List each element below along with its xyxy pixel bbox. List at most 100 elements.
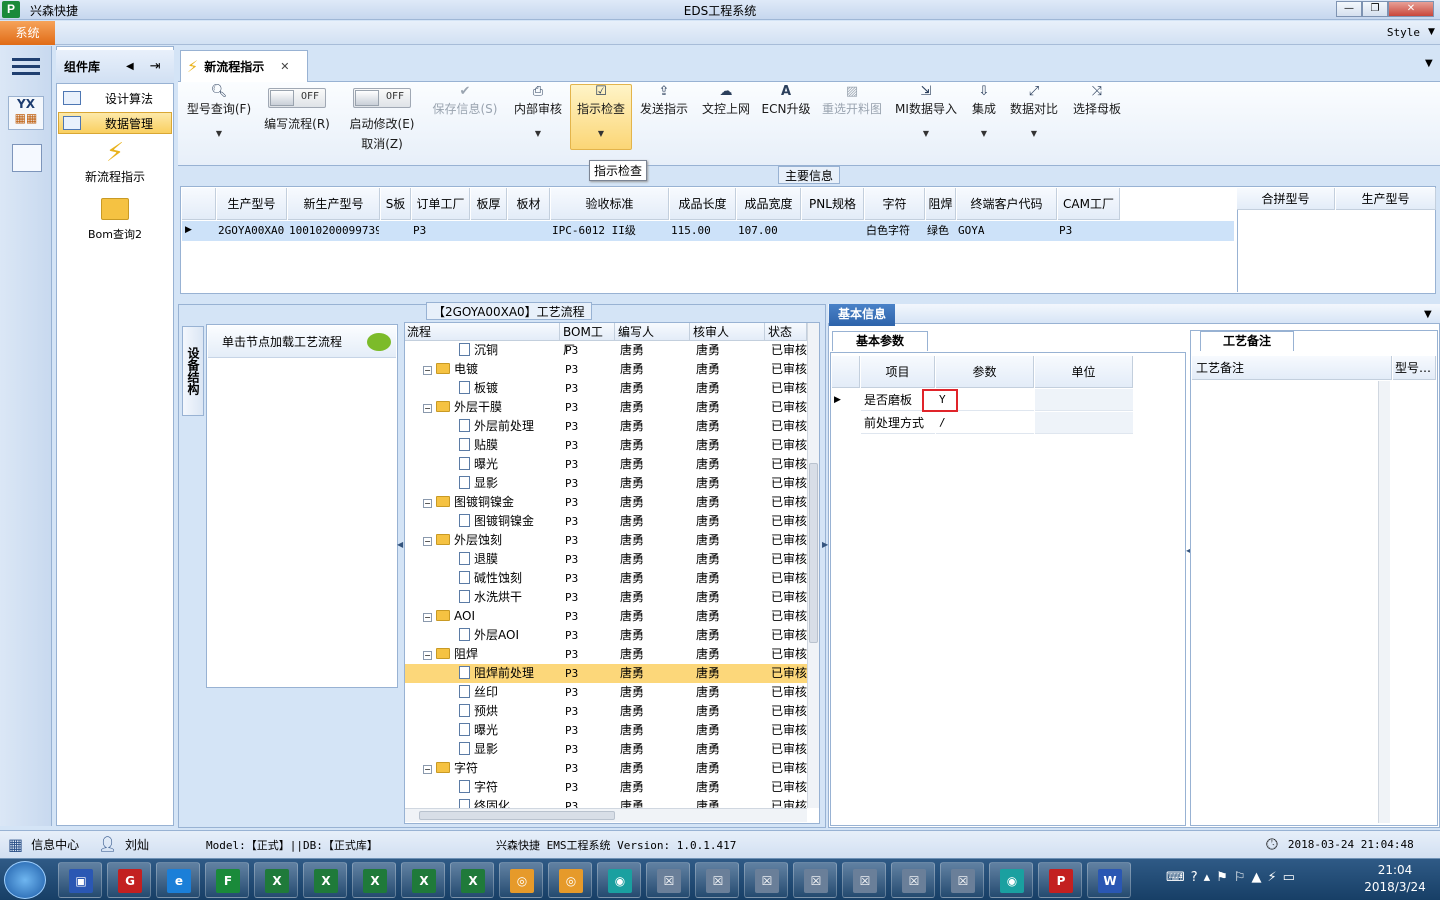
- calculator-icon[interactable]: [12, 144, 42, 172]
- taskbar-app-button[interactable]: ◉: [597, 862, 641, 898]
- style-dropdown-icon[interactable]: ▼: [1428, 27, 1435, 37]
- collapse-node-icon[interactable]: −: [423, 651, 432, 660]
- taskbar-app-button[interactable]: ☒: [842, 862, 886, 898]
- main-cell[interactable]: 115.00: [671, 221, 735, 241]
- col-status[interactable]: 状态: [766, 323, 807, 341]
- bom-query-item[interactable]: Bom查询2: [80, 198, 150, 242]
- dropdown-arrow-icon[interactable]: ▼: [510, 129, 566, 138]
- reselect-material-button[interactable]: ▨ 重选开料图: [818, 84, 886, 117]
- tree-row[interactable]: − 外层蚀刻 P3 唐勇 唐勇 已审核: [405, 531, 807, 550]
- main-col-header[interactable]: 终端客户代码: [957, 188, 1057, 220]
- taskbar-app-button[interactable]: ☒: [695, 862, 739, 898]
- main-cell[interactable]: GOYA: [958, 221, 1056, 241]
- param-param-cell[interactable]: /: [936, 412, 1034, 434]
- basic-info-dropdown-icon[interactable]: ▼: [1424, 309, 1432, 320]
- tree-row[interactable]: 阻焊前处理 P3 唐勇 唐勇 已审核: [405, 664, 807, 683]
- main-cell[interactable]: 白色字符: [866, 221, 924, 241]
- main-cell[interactable]: [803, 221, 863, 241]
- col-bom-factory[interactable]: BOM工厂: [561, 323, 615, 357]
- tree-vertical-scrollbar[interactable]: [807, 323, 819, 808]
- start-modify-toggle[interactable]: OFF 启动修改(E) 取消(Z): [344, 88, 420, 152]
- taskbar-clock[interactable]: 21:04 2018/3/24: [1356, 862, 1434, 896]
- main-col-header[interactable]: 成品长度: [670, 188, 736, 220]
- tree-row[interactable]: 碱性蚀刻 P3 唐勇 唐勇 已审核: [405, 569, 807, 588]
- tree-row[interactable]: − 电镀 P3 唐勇 唐勇 已审核: [405, 360, 807, 379]
- main-cell[interactable]: [509, 221, 549, 241]
- tree-row[interactable]: 显影 P3 唐勇 唐勇 已审核: [405, 474, 807, 493]
- notes-col-header[interactable]: 工艺备注: [1192, 356, 1392, 380]
- tree-row[interactable]: − 字符 P3 唐勇 唐勇 已审核: [405, 759, 807, 778]
- info-center-button[interactable]: ▦ 信息中心: [8, 834, 79, 854]
- tab-list-dropdown-icon[interactable]: ▼: [1425, 58, 1433, 69]
- taskbar-app-button[interactable]: X: [352, 862, 396, 898]
- component-item-data-management[interactable]: 数据管理: [58, 112, 172, 134]
- collapse-left-icon[interactable]: ◀: [397, 540, 403, 549]
- main-cell[interactable]: P3: [413, 221, 469, 241]
- dropdown-arrow-icon[interactable]: ▼: [1006, 129, 1062, 138]
- col-reviewer[interactable]: 核审人: [691, 323, 765, 341]
- notes-scrollbar[interactable]: [1378, 381, 1390, 823]
- taskbar-app-button[interactable]: X: [401, 862, 445, 898]
- main-cell[interactable]: 2GOYA00XA0: [218, 221, 286, 241]
- tree-row[interactable]: − 外层干膜 P3 唐勇 唐勇 已审核: [405, 398, 807, 417]
- scroll-thumb[interactable]: [419, 811, 615, 820]
- edit-flow-switch[interactable]: OFF: [268, 88, 326, 108]
- tree-row[interactable]: 水洗烘干 P3 唐勇 唐勇 已审核: [405, 588, 807, 607]
- main-col-header[interactable]: 板材: [508, 188, 550, 220]
- taskbar-app-button[interactable]: ☒: [646, 862, 690, 898]
- taskbar-app-button[interactable]: X: [254, 862, 298, 898]
- minimize-button[interactable]: —: [1336, 1, 1362, 17]
- taskbar-app-button[interactable]: W: [1087, 862, 1131, 898]
- notes-model-col-header[interactable]: 型号…: [1393, 356, 1436, 380]
- close-button[interactable]: ✕: [1388, 1, 1434, 17]
- tree-row[interactable]: 字符 P3 唐勇 唐勇 已审核: [405, 778, 807, 797]
- mi-import-button[interactable]: ⇲ MI数据导入 ▼: [892, 84, 960, 138]
- main-col-header[interactable]: 成品宽度: [737, 188, 801, 220]
- equipment-structure-tab[interactable]: 设备结构: [182, 326, 204, 416]
- basic-params-tab[interactable]: 基本参数: [832, 331, 928, 351]
- doc-upload-button[interactable]: ☁ 文控上网: [698, 84, 754, 117]
- component-item-design-algorithm[interactable]: 设计算法: [58, 87, 172, 109]
- taskbar-app-button[interactable]: ◎: [548, 862, 592, 898]
- tree-row[interactable]: 退膜 P3 唐勇 唐勇 已审核: [405, 550, 807, 569]
- dropdown-arrow-icon[interactable]: ▼: [892, 129, 960, 138]
- start-button[interactable]: [4, 861, 46, 899]
- taskbar-app-button[interactable]: X: [303, 862, 347, 898]
- taskbar-app-button[interactable]: ☒: [744, 862, 788, 898]
- style-selector[interactable]: Style: [1387, 26, 1420, 39]
- main-col-header[interactable]: 字符: [865, 188, 925, 220]
- collapse-node-icon[interactable]: −: [423, 366, 432, 375]
- integrate-button[interactable]: ⇩ 集成 ▼: [966, 84, 1002, 138]
- col-author[interactable]: 编写人: [616, 323, 690, 341]
- tree-row[interactable]: 丝印 P3 唐勇 唐勇 已审核: [405, 683, 807, 702]
- tree-row[interactable]: − AOI P3 唐勇 唐勇 已审核: [405, 607, 807, 626]
- taskbar-app-button[interactable]: ☒: [793, 862, 837, 898]
- data-compare-button[interactable]: ⤢ 数据对比 ▼: [1006, 84, 1062, 138]
- param-unit-cell[interactable]: [1035, 389, 1133, 411]
- process-notes-tab[interactable]: 工艺备注: [1200, 331, 1294, 351]
- param-item-cell[interactable]: 前处理方式: [861, 412, 935, 434]
- tree-row[interactable]: 贴膜 P3 唐勇 唐勇 已审核: [405, 436, 807, 455]
- tree-row[interactable]: 板镀 P3 唐勇 唐勇 已审核: [405, 379, 807, 398]
- scroll-thumb[interactable]: [809, 463, 818, 643]
- main-cell[interactable]: [472, 221, 506, 241]
- main-cell[interactable]: IPC-6012 II级: [552, 221, 668, 241]
- main-col-header[interactable]: S板: [381, 188, 411, 220]
- taskbar-app-button[interactable]: ▣: [58, 862, 102, 898]
- main-cell[interactable]: P3: [1059, 221, 1119, 241]
- taskbar-app-button[interactable]: P: [1038, 862, 1082, 898]
- system-menu-button[interactable]: 系统: [0, 21, 55, 45]
- taskbar-app-button[interactable]: ◎: [499, 862, 543, 898]
- start-modify-switch[interactable]: OFF: [353, 88, 411, 108]
- taskbar-app-button[interactable]: G: [107, 862, 151, 898]
- collapse-node-icon[interactable]: −: [423, 765, 432, 774]
- ecn-upgrade-button[interactable]: A ECN升级: [760, 84, 812, 117]
- pin-panel-icon[interactable]: ⇥: [150, 59, 161, 74]
- edit-flow-toggle[interactable]: OFF 编写流程(R): [260, 88, 334, 132]
- tree-row[interactable]: − 图镀铜镍金 P3 唐勇 唐勇 已审核: [405, 493, 807, 512]
- yx-module-icon[interactable]: YX ▦▦: [8, 96, 44, 130]
- main-col-header[interactable]: 阻焊: [926, 188, 956, 220]
- basic-info-tab[interactable]: 基本信息: [829, 304, 895, 326]
- tree-row[interactable]: 曝光 P3 唐勇 唐勇 已审核: [405, 455, 807, 474]
- taskbar-app-button[interactable]: X: [450, 862, 494, 898]
